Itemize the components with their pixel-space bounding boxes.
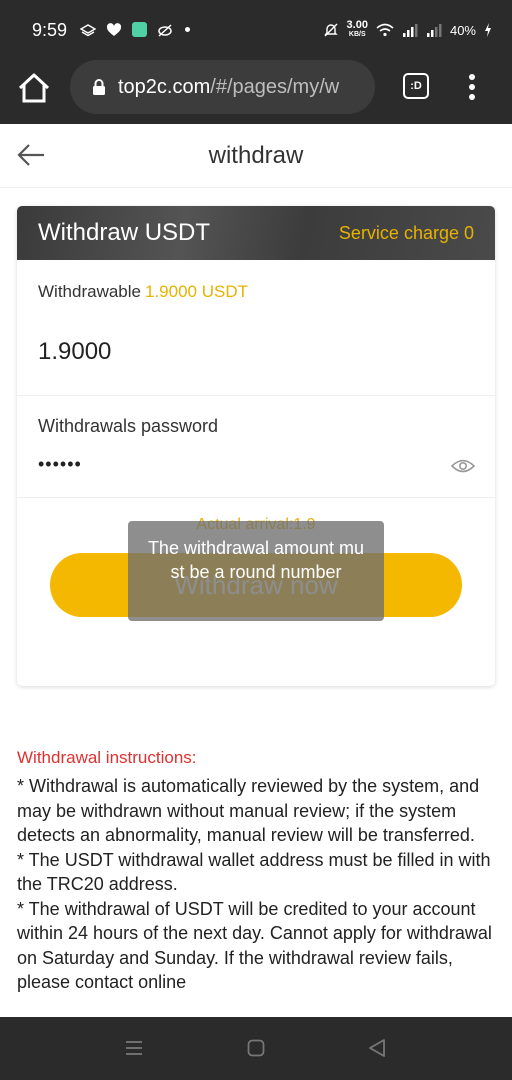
withdrawable-value: 1.9000 USDT: [145, 282, 248, 301]
recent-apps-icon[interactable]: [125, 1040, 143, 1056]
amount-row: Withdrawable 1.9000 USDT 1.9000: [17, 260, 495, 396]
url-path: /#/pages/my/w: [210, 75, 340, 98]
instruction-line: * The withdrawal of USDT will be credite…: [17, 898, 492, 993]
eye-slash-icon: [158, 23, 172, 37]
lock-icon: [93, 79, 105, 95]
amount-input[interactable]: 1.9000: [38, 338, 111, 366]
page-title: withdraw: [208, 142, 304, 169]
status-bar: 9:59 3.00 KB/S 40%: [0, 0, 512, 60]
system-nav-bar: [0, 1017, 512, 1080]
signal-icon-2: [426, 24, 442, 37]
page-header: withdraw: [0, 124, 512, 188]
status-left-icons: [80, 22, 190, 37]
dot-icon: [185, 27, 190, 32]
eye-icon[interactable]: [451, 458, 475, 474]
network-speed: 3.00 KB/S: [347, 20, 368, 40]
toast-message: The withdrawal amount must be a round nu…: [128, 521, 384, 621]
card-title: Withdraw USDT: [38, 219, 211, 246]
withdrawal-instructions: Withdrawal instructions: * Withdrawal is…: [17, 748, 495, 995]
battery-level: 40%: [449, 22, 476, 38]
speed-value: 3.00: [346, 19, 368, 31]
layers-icon: [80, 23, 96, 36]
nav-home-icon[interactable]: [247, 1039, 265, 1057]
card-header: Withdraw USDT Service charge 0: [17, 206, 495, 260]
green-app-icon: [132, 22, 147, 37]
password-row: Withdrawals password ••••••: [17, 396, 495, 498]
url-bar[interactable]: top2c.com/#/pages/my/w: [70, 60, 375, 114]
instructions-title: Withdrawal instructions:: [17, 748, 197, 767]
password-input[interactable]: ••••••: [38, 454, 82, 475]
withdrawable-label: Withdrawable: [38, 282, 141, 301]
browser-toolbar: top2c.com/#/pages/my/w :D: [0, 60, 512, 124]
status-time: 9:59: [32, 20, 68, 40]
charging-icon: [485, 23, 491, 37]
top2-app-icon: [106, 22, 122, 36]
bell-off-icon: [323, 23, 338, 37]
service-charge: Service charge 0: [338, 223, 474, 243]
url-text: top2c.com/#/pages/my/w: [118, 76, 339, 99]
status-right: 3.00 KB/S 40%: [323, 20, 492, 40]
signal-icon: [402, 24, 418, 37]
nav-back-icon[interactable]: [368, 1038, 386, 1058]
tabs-button[interactable]: :D: [403, 73, 429, 99]
more-menu-icon[interactable]: [462, 72, 482, 102]
url-domain: top2c.com: [118, 75, 211, 98]
wifi-icon: [376, 23, 394, 37]
withdrawable-info: Withdrawable 1.9000 USDT: [38, 282, 248, 302]
instruction-line: * The USDT withdrawal wallet address mus…: [17, 849, 491, 895]
home-icon[interactable]: [16, 70, 52, 106]
password-label: Withdrawals password: [38, 416, 219, 436]
speed-unit: KB/S: [348, 31, 366, 38]
instruction-line: * Withdrawal is automatically reviewed b…: [17, 776, 480, 845]
